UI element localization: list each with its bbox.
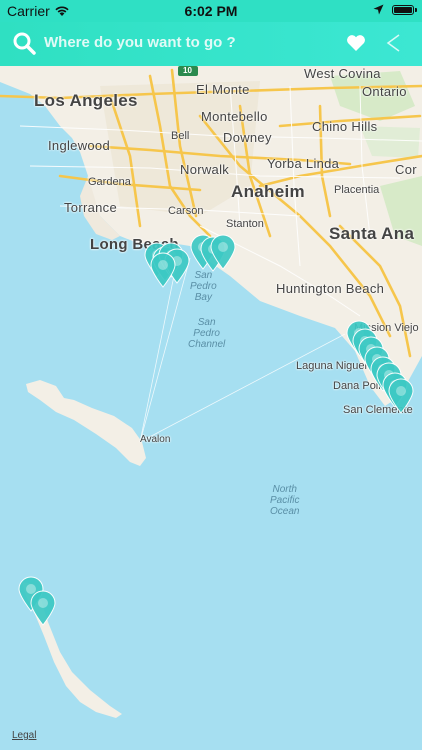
app-screen: Carrier 6:02 PM Where do you want to go … — [0, 0, 422, 750]
town-label-inglewood: Inglewood — [48, 138, 110, 153]
town-label-montebello: Montebello — [201, 109, 268, 124]
city-label-anaheim: Anaheim — [231, 182, 305, 201]
town-label-downey: Downey — [223, 130, 272, 145]
map-view[interactable]: 10 Los Angeles Anaheim Santa Ana Long Be… — [0, 66, 422, 750]
map-pin-icon[interactable] — [210, 234, 236, 270]
town-label-norwalk: Norwalk — [180, 162, 230, 177]
map-pin-icon[interactable] — [388, 378, 414, 414]
water-label-line: North — [272, 484, 297, 495]
town-label-carson: Carson — [168, 205, 204, 217]
town-label-cor: Cor — [395, 162, 417, 177]
water-label-line: Pedro — [193, 328, 220, 339]
town-label-ontario: Ontario — [362, 84, 407, 99]
town-label-gardena: Gardena — [88, 176, 131, 188]
town-label-stanton: Stanton — [226, 218, 264, 230]
town-label-yorba-linda: Yorba Linda — [267, 156, 340, 171]
water-label-line: Pedro — [190, 281, 217, 292]
town-label-placentia: Placentia — [334, 184, 380, 196]
search-bar: Where do you want to go ? — [0, 22, 422, 66]
city-label-huntington-beach: Huntington Beach — [276, 281, 385, 296]
search-input[interactable]: Where do you want to go ? — [44, 34, 236, 51]
back-chevron-icon[interactable] — [385, 33, 401, 53]
water-label-line: Pacific — [270, 495, 300, 506]
water-label-line: San — [197, 317, 216, 328]
town-label-el-monte: El Monte — [196, 82, 250, 97]
town-label-chino-hills: Chino Hills — [312, 119, 378, 134]
clock: 6:02 PM — [184, 3, 238, 19]
water-label-line: Channel — [188, 339, 226, 350]
heart-icon[interactable] — [346, 34, 366, 52]
town-label-west-covina: West Covina — [304, 66, 381, 81]
water-label-line: Bay — [194, 292, 212, 303]
search-icon[interactable] — [12, 31, 36, 55]
status-right — [373, 4, 417, 15]
town-label-bell: Bell — [171, 130, 190, 142]
legal-link[interactable]: Legal — [12, 730, 36, 741]
water-label-north-pacific-ocean: North Pacific Ocean — [270, 484, 299, 517]
map-pin-icon[interactable] — [30, 590, 56, 626]
highway-shield-label: 10 — [183, 66, 192, 75]
battery-icon — [392, 4, 417, 15]
map-pin-icon[interactable] — [150, 252, 176, 288]
town-label-avalon: Avalon — [140, 434, 171, 445]
location-arrow-icon — [373, 4, 384, 15]
water-label-san-pedro-channel: San Pedro Channel — [188, 317, 225, 350]
water-label-san-pedro-bay: San Pedro Bay — [190, 270, 217, 303]
city-label-los-angeles: Los Angeles — [34, 91, 138, 110]
status-bar: Carrier 6:02 PM — [0, 0, 422, 22]
town-label-torrance: Torrance — [64, 200, 117, 215]
city-label-santa-ana: Santa Ana — [329, 224, 415, 243]
water-label-line: Ocean — [270, 506, 300, 517]
